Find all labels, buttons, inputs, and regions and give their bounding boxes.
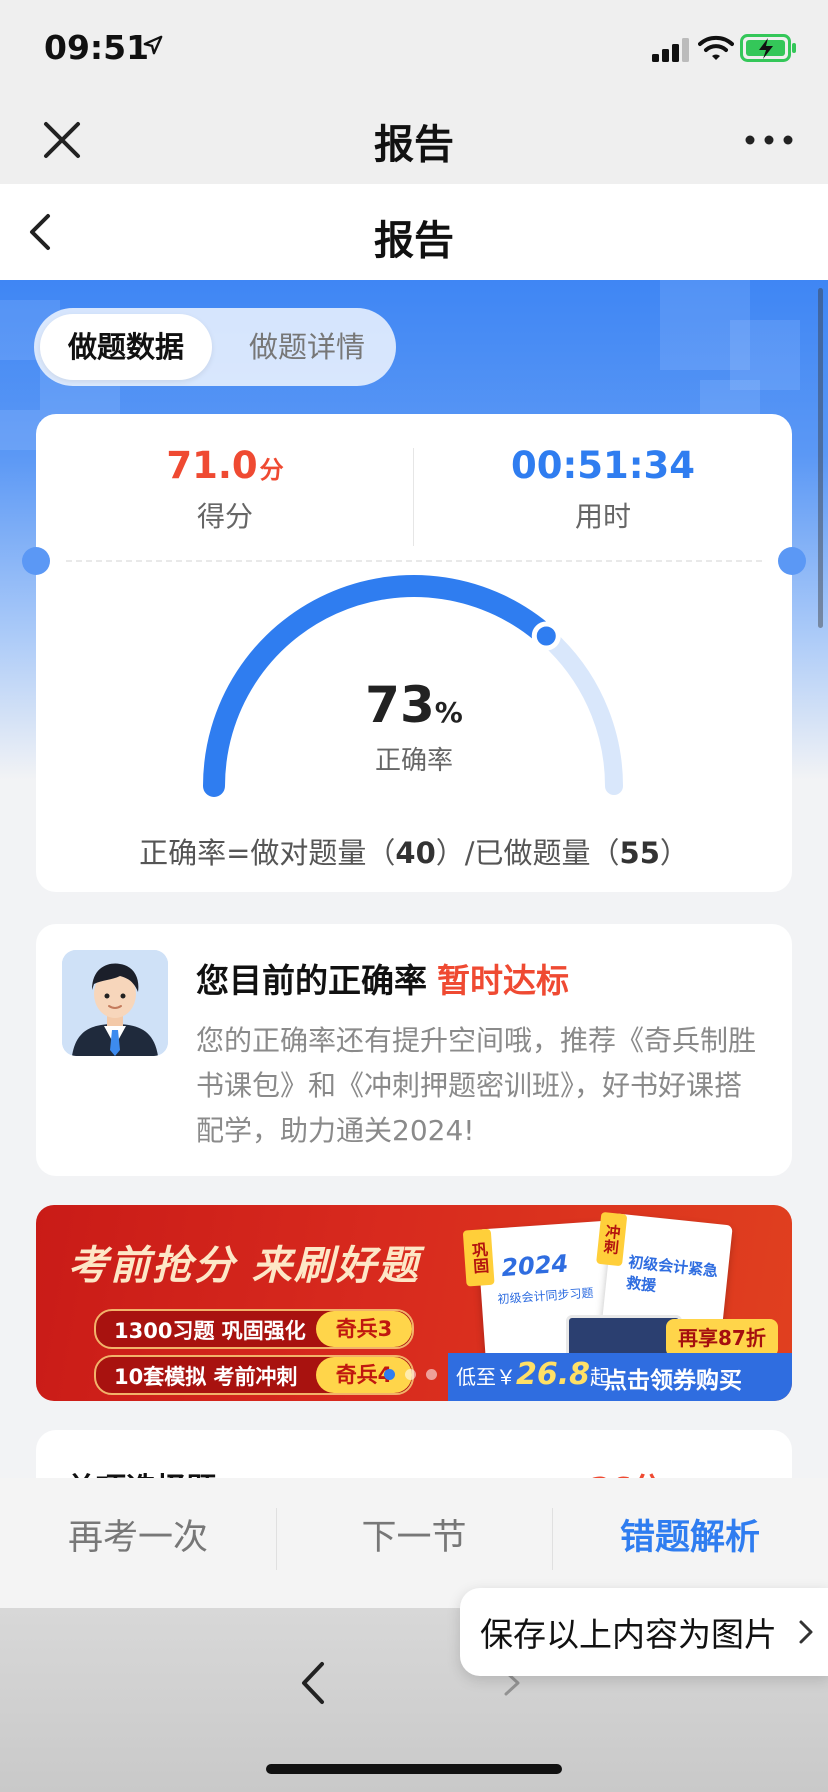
banner-pill-1-tag: 奇兵3 [316,1311,412,1347]
banner-pill-1: 1300习题 巩固强化 奇兵3 [94,1309,414,1349]
app-title: 报告 [374,122,454,168]
card-notch-right [778,547,806,575]
recommendation-body: 您的正确率还有提升空间哦，推荐《奇兵制胜书课包》和《冲刺押题密训班》，好书好课搭… [196,1024,757,1147]
wrong-answer-analysis-button[interactable]: 错题解析 [552,1478,828,1598]
score-label: 得分 [196,500,253,533]
next-section-button[interactable]: 下一节 [276,1478,552,1598]
score-card: 71.0分 得分 00:51:34 用时 73% 正确率 正确率=做对题量（40… [36,414,792,892]
score-stat: 71.0分 得分 [36,444,414,535]
banner-pill-2: 10套模拟 考前冲刺 奇兵4 [94,1355,414,1395]
teacher-avatar [62,950,168,1056]
formula-suffix: ） [659,836,689,870]
page-title: 报告 [374,218,454,264]
app-header: 报告 [0,96,828,184]
home-indicator [266,1764,562,1774]
book-2-title: 初级会计紧急救援 [625,1252,719,1295]
banner-pill-2-text: 10套模拟 考前冲刺 [114,1365,298,1389]
status-bar: 09:51 [0,0,828,96]
signal-icon [652,38,689,62]
accuracy-readout: 73% [36,676,792,734]
time-stat: 00:51:34 用时 [414,444,792,535]
banner-page-dot[interactable] [426,1369,437,1380]
time-label: 用时 [574,500,631,533]
more-icon[interactable] [744,124,794,156]
battery-icon [740,34,796,62]
score-value: 71.0 [166,444,258,487]
tab-practice-details[interactable]: 做题详情 [232,314,382,380]
price-prefix: 低至￥ [456,1365,516,1389]
save-as-image-label: 保存以上内容为图片 [480,1615,777,1654]
location-arrow-icon [143,35,163,55]
status-time: 09:51 [44,28,150,67]
formula-middle: ）/已做题量（ [435,836,620,870]
scrollbar[interactable] [818,288,823,628]
save-as-image-button[interactable]: 保存以上内容为图片 [460,1588,828,1676]
banner-page-dot[interactable] [384,1369,395,1380]
banner-discount: 再享87折 [666,1319,778,1357]
recommendation-title-text: 您目前的正确率 [196,961,427,1000]
accuracy-formula: 正确率=做对题量（40）/已做题量（55） [36,830,792,872]
promo-banner[interactable]: 考前抢分 来刷好题 1300习题 巩固强化 奇兵3 10套模拟 考前冲刺 奇兵4… [36,1205,792,1401]
book-2-badge: 冲刺 [596,1211,628,1267]
book-1-title: 初级会计同步习题 [497,1285,594,1307]
nav-back-icon[interactable] [296,1658,330,1708]
card-notch-left [22,547,50,575]
formula-prefix: 正确率=做对题量（ [139,836,396,870]
banner-pagination [384,1365,447,1384]
banner-title: 考前抢分 来刷好题 [68,1243,420,1289]
formula-total: 55 [619,836,660,870]
tab-practice-data[interactable]: 做题数据 [40,314,212,380]
accuracy-value: 73 [365,676,435,734]
recommendation-card: 您目前的正确率 暂时达标 您的正确率还有提升空间哦，推荐《奇兵制胜书课包》和《冲刺… [36,924,792,1176]
tab-switcher: 做题数据 做题详情 [34,308,396,386]
recommendation-status: 暂时达标 [437,961,569,1000]
accuracy-sign: % [434,696,463,729]
formula-correct: 40 [395,836,436,870]
price-value: 26.8 [516,1357,591,1392]
book-1-year: 2024 [500,1249,570,1283]
accuracy-label: 正确率 [374,746,453,776]
banner-page-dot[interactable] [405,1369,416,1380]
book-1-badge: 巩固 [462,1228,495,1287]
time-value: 00:51:34 [510,444,696,487]
banner-price: 低至￥26.8起 [456,1357,610,1392]
page-header: 报告 [0,184,828,280]
retake-button[interactable]: 再考一次 [0,1478,276,1598]
score-unit: 分 [259,456,284,484]
banner-pill-1-text: 1300习题 巩固强化 [114,1319,306,1343]
recommendation-title: 您目前的正确率 暂时达标 [196,954,569,1002]
gauge-knob [531,621,561,651]
chevron-right-icon [799,1620,813,1644]
wifi-icon [698,35,734,60]
banner-cta[interactable]: 点击领券购买 [604,1361,742,1395]
